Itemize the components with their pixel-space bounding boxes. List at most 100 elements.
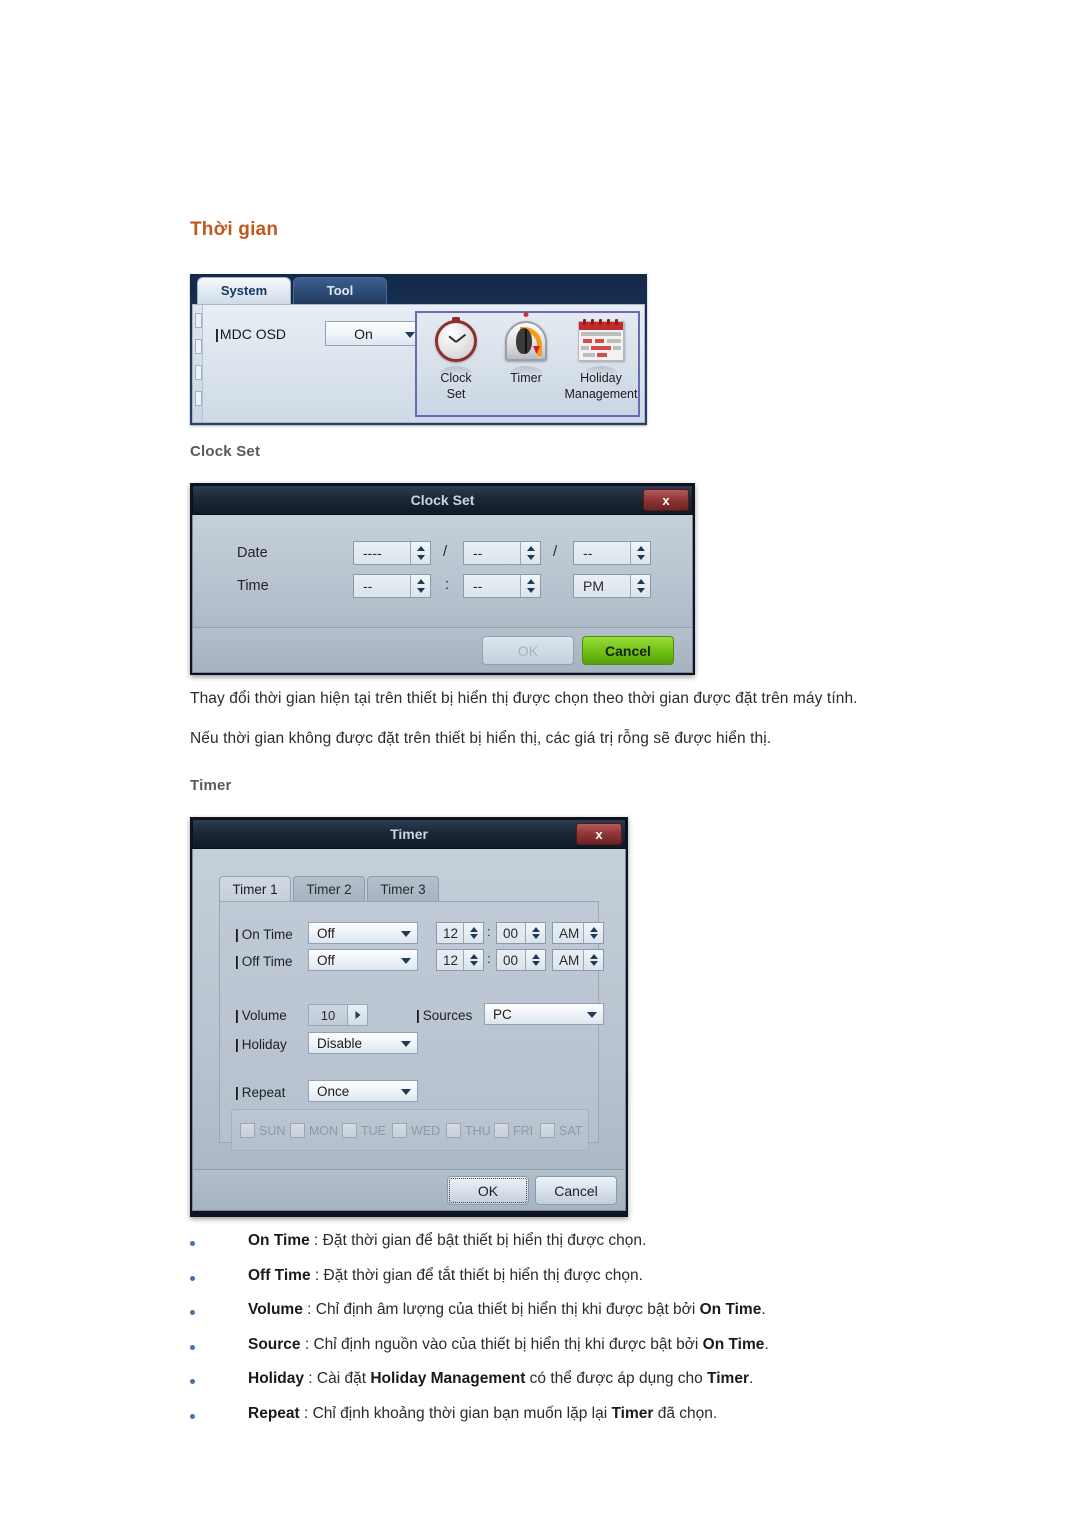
- bullet-text-2: có thể được áp dụng cho: [525, 1370, 708, 1387]
- tab-tool[interactable]: Tool: [293, 277, 387, 305]
- toolbar-content: |MDC OSD On Clock Set Timer Holiday Mana…: [192, 304, 645, 423]
- sources-label-text: Sources: [422, 1008, 473, 1023]
- day-checkbox-sun[interactable]: SUN: [240, 1123, 285, 1138]
- tab-timer-1[interactable]: Timer 1: [219, 876, 291, 902]
- time-hour-spinner[interactable]: --: [353, 574, 431, 598]
- clock-set-button[interactable]: Clock Set: [421, 317, 491, 401]
- chevron-down-icon: [587, 1012, 597, 1018]
- close-icon[interactable]: x: [576, 823, 622, 845]
- bullet-text-2: .: [761, 1301, 766, 1318]
- bullet-text-2: đã chọn.: [653, 1404, 718, 1422]
- on-time-mode-dropdown[interactable]: Off: [308, 922, 418, 944]
- bullet-term-3: Timer: [707, 1370, 749, 1387]
- day-checkbox-mon[interactable]: MON: [290, 1123, 338, 1138]
- bullet-sep: :: [299, 1404, 313, 1422]
- spinner-arrows-icon[interactable]: [520, 575, 540, 597]
- bullet-sep: :: [309, 1232, 323, 1249]
- time-minute-spinner[interactable]: --: [463, 574, 541, 598]
- day-checkbox-thu[interactable]: THU: [446, 1123, 491, 1138]
- mdc-osd-dropdown[interactable]: On: [325, 321, 422, 346]
- mdc-osd-label-text: MDC OSD: [219, 326, 287, 342]
- spinner-arrows-icon[interactable]: [410, 542, 430, 564]
- day-checkbox-wed[interactable]: WED: [392, 1123, 440, 1138]
- date-month-spinner[interactable]: --: [463, 541, 541, 565]
- checkbox-icon[interactable]: [240, 1123, 255, 1138]
- holiday-dropdown[interactable]: Disable: [308, 1032, 418, 1054]
- off-time-minute-spinner[interactable]: 00: [496, 949, 546, 971]
- tab-system[interactable]: System: [197, 277, 291, 305]
- timer-body: Timer 1 Timer 2 Timer 3 | On Time Off 12 …: [192, 849, 626, 1169]
- day-label-sun: SUN: [259, 1123, 286, 1138]
- spinner-arrows-icon[interactable]: [463, 923, 483, 943]
- volume-stepper[interactable]: 10: [308, 1004, 368, 1026]
- day-label-mon: MON: [309, 1123, 339, 1138]
- bullet-sep: :: [303, 1370, 317, 1387]
- checkbox-icon[interactable]: [494, 1123, 509, 1138]
- bullet-dot-icon: [190, 1275, 195, 1281]
- off-time-mode-dropdown[interactable]: Off: [308, 949, 418, 971]
- checkbox-icon[interactable]: [392, 1123, 407, 1138]
- bullet-dot-icon: [190, 1344, 195, 1350]
- stepper-right-arrow-icon[interactable]: [347, 1005, 367, 1025]
- paragraph-1: Thay đổi thời gian hiện tại trên thiết b…: [190, 690, 858, 707]
- spinner-arrows-icon[interactable]: [525, 950, 545, 970]
- timer-titlebar: Timer x: [192, 819, 626, 849]
- off-time-separator: :: [487, 951, 491, 966]
- off-time-label-text: Off Time: [241, 954, 293, 969]
- date-day-spinner[interactable]: --: [573, 541, 651, 565]
- on-time-minute-spinner[interactable]: 00: [496, 922, 546, 944]
- checkbox-icon[interactable]: [290, 1123, 305, 1138]
- checkbox-icon[interactable]: [342, 1123, 357, 1138]
- timer-tabstrip: Timer 1 Timer 2 Timer 3: [219, 876, 599, 902]
- on-time-meridiem-spinner[interactable]: AM: [552, 922, 604, 944]
- list-item: Repeat : Chỉ định khoảng thời gian bạn m…: [190, 1405, 990, 1440]
- sources-value: PC: [493, 1006, 512, 1022]
- spinner-arrows-icon[interactable]: [463, 950, 483, 970]
- clock-set-footer: OK Cancel: [192, 627, 693, 673]
- list-item: Source : Chỉ định nguồn vào của thiết bị…: [190, 1336, 990, 1371]
- checkbox-icon[interactable]: [446, 1123, 461, 1138]
- day-checkbox-tue[interactable]: TUE: [342, 1123, 386, 1138]
- on-time-label: | On Time: [235, 927, 293, 942]
- timer-dialog: Timer x Timer 1 Timer 2 Timer 3 | On Time…: [190, 817, 628, 1217]
- spinner-arrows-icon[interactable]: [520, 542, 540, 564]
- bullet-text: Chỉ định nguồn vào của thiết bị hiển thị…: [313, 1335, 703, 1353]
- off-time-label: | Off Time: [235, 954, 293, 969]
- time-meridiem-spinner[interactable]: PM: [573, 574, 651, 598]
- tab-timer-3[interactable]: Timer 3: [367, 876, 439, 902]
- time-icons-group: Clock Set Timer Holiday Management: [415, 311, 640, 417]
- on-time-hour-spinner[interactable]: 12: [436, 922, 484, 944]
- clock-set-ok-button[interactable]: OK: [482, 636, 574, 665]
- spinner-arrows-icon[interactable]: [630, 575, 650, 597]
- holiday-value: Disable: [317, 1035, 363, 1051]
- volume-value: 10: [320, 1007, 336, 1023]
- sources-dropdown[interactable]: PC: [484, 1003, 604, 1025]
- day-label-tue: TUE: [361, 1123, 386, 1138]
- day-checkbox-fri[interactable]: FRI: [494, 1123, 533, 1138]
- on-time-minute-value: 00: [503, 925, 519, 941]
- spinner-arrows-icon[interactable]: [583, 950, 603, 970]
- on-time-mode-value: Off: [317, 925, 335, 941]
- timer-cancel-button[interactable]: Cancel: [535, 1176, 617, 1205]
- date-year-spinner[interactable]: ----: [353, 541, 431, 565]
- volume-label: | Volume: [235, 1008, 287, 1023]
- spinner-arrows-icon[interactable]: [630, 542, 650, 564]
- volume-label-text: Volume: [241, 1008, 287, 1023]
- mdc-osd-value: On: [354, 325, 373, 342]
- clock-set-cancel-button[interactable]: Cancel: [582, 636, 674, 665]
- tab-timer-2[interactable]: Timer 2: [293, 876, 365, 902]
- timer-ok-button[interactable]: OK: [447, 1176, 529, 1205]
- toolbar-tabstrip: System Tool: [190, 274, 647, 305]
- spinner-arrows-icon[interactable]: [410, 575, 430, 597]
- holiday-management-button[interactable]: Holiday Management: [563, 317, 639, 401]
- day-checkbox-sat[interactable]: SAT: [540, 1123, 582, 1138]
- off-time-meridiem-spinner[interactable]: AM: [552, 949, 604, 971]
- repeat-dropdown[interactable]: Once: [308, 1080, 418, 1102]
- spinner-arrows-icon[interactable]: [525, 923, 545, 943]
- off-time-hour-spinner[interactable]: 12: [436, 949, 484, 971]
- checkbox-icon[interactable]: [540, 1123, 555, 1138]
- clock-set-dialog-title: Clock Set: [410, 492, 475, 508]
- close-icon[interactable]: x: [643, 489, 689, 511]
- timer-button[interactable]: Timer: [491, 312, 561, 387]
- spinner-arrows-icon[interactable]: [583, 923, 603, 943]
